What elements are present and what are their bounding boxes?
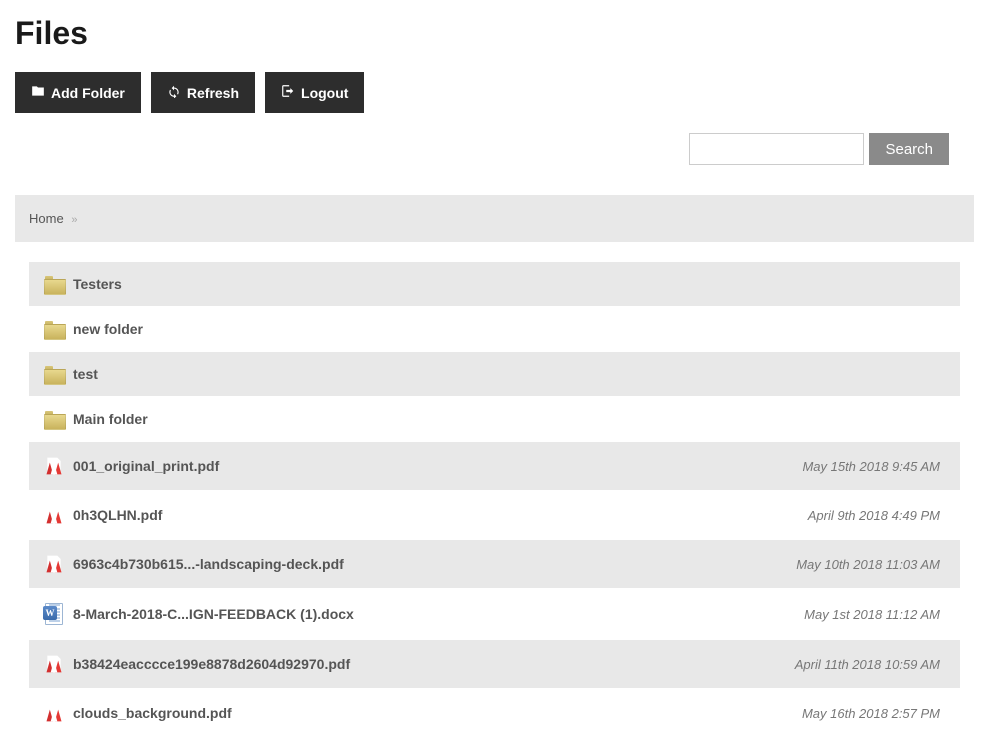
row-date: April 11th 2018 10:59 AM [795,657,950,672]
toolbar: Add Folder Refresh Logout [15,72,974,113]
row-name[interactable]: new folder [69,321,940,337]
row-name[interactable]: Testers [69,276,940,292]
row-name[interactable]: Main folder [69,411,940,427]
pdf-icon [44,456,64,476]
row-name[interactable]: 001_original_print.pdf [69,458,802,474]
search-input[interactable] [689,133,864,165]
row-name[interactable]: clouds_background.pdf [69,705,802,721]
file-row[interactable]: W8-March-2018-C...IGN-FEEDBACK (1).docxM… [29,589,960,640]
breadcrumb: Home » [15,195,974,242]
logout-icon [281,84,295,101]
folder-row[interactable]: new folder [29,307,960,352]
row-icon [39,703,69,723]
pdf-icon [44,554,64,574]
refresh-button[interactable]: Refresh [151,72,255,113]
row-icon [39,321,69,337]
row-icon [39,276,69,292]
row-date: April 9th 2018 4:49 PM [808,508,950,523]
row-icon [39,411,69,427]
file-row[interactable]: 001_original_print.pdfMay 15th 2018 9:45… [29,442,960,491]
row-icon [39,654,69,674]
row-date: May 1st 2018 11:12 AM [804,607,950,622]
row-name[interactable]: test [69,366,940,382]
folder-row[interactable]: Main folder [29,397,960,442]
file-row[interactable]: 0h3QLHN.pdfApril 9th 2018 4:49 PM [29,491,960,540]
folder-icon [31,84,45,101]
page-title: Files [15,15,974,52]
row-name[interactable]: 8-March-2018-C...IGN-FEEDBACK (1).docx [69,606,804,622]
row-name[interactable]: 6963c4b730b615...-landscaping-deck.pdf [69,556,796,572]
breadcrumb-home[interactable]: Home [29,211,64,226]
pdf-icon [44,505,64,525]
file-row[interactable]: 6963c4b730b615...-landscaping-deck.pdfMa… [29,540,960,589]
logout-button[interactable]: Logout [265,72,364,113]
folder-row[interactable]: test [29,352,960,397]
file-row[interactable]: b38424eacccce199e8878d2604d92970.pdfApri… [29,640,960,689]
folder-icon [44,321,64,337]
row-icon [39,456,69,476]
refresh-icon [167,84,181,101]
search-row: Search [15,133,974,165]
logout-label: Logout [301,85,348,101]
row-date: May 16th 2018 2:57 PM [802,706,950,721]
row-icon [39,554,69,574]
add-folder-button[interactable]: Add Folder [15,72,141,113]
folder-row[interactable]: Testers [29,262,960,307]
row-name[interactable]: b38424eacccce199e8878d2604d92970.pdf [69,656,795,672]
row-icon [39,366,69,382]
file-row[interactable]: clouds_background.pdfMay 16th 2018 2:57 … [29,689,960,738]
folder-icon [44,276,64,292]
row-date: May 10th 2018 11:03 AM [796,557,950,572]
pdf-icon [44,703,64,723]
chevron-right-icon: » [71,214,77,226]
row-date: May 15th 2018 9:45 AM [802,459,950,474]
row-icon: W [39,603,69,625]
row-name[interactable]: 0h3QLHN.pdf [69,507,808,523]
file-list: Testers new folder test Main folder 001_orig… [15,262,974,738]
row-icon [39,505,69,525]
search-button[interactable]: Search [869,133,949,165]
word-doc-icon: W [43,603,65,625]
pdf-icon [44,654,64,674]
refresh-label: Refresh [187,85,239,101]
add-folder-label: Add Folder [51,85,125,101]
folder-icon [44,366,64,382]
folder-icon [44,411,64,427]
